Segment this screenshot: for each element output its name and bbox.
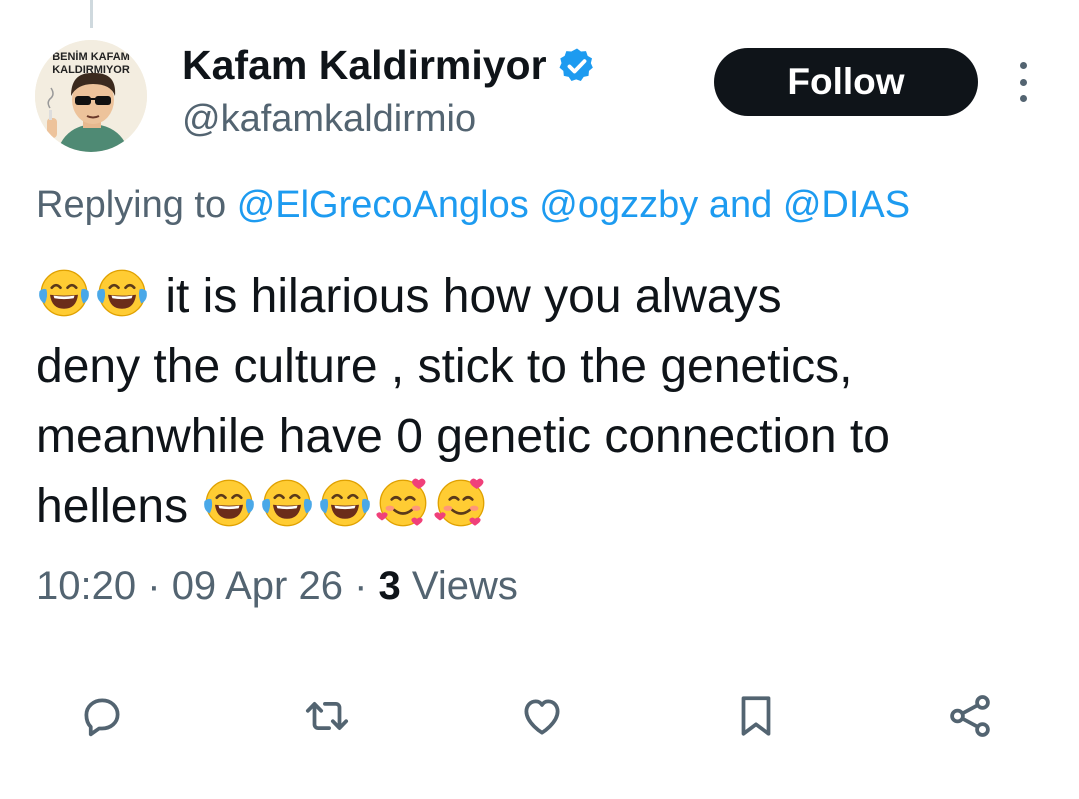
tweet-text-line1: it is hilarious how you always: [165, 270, 782, 323]
more-dot: [1019, 95, 1027, 102]
more-options-icon[interactable]: [1008, 62, 1038, 102]
tweet-line-1: it is hilarious how you always: [36, 262, 1056, 332]
tweet-date[interactable]: 09 Apr 26: [172, 564, 343, 608]
face-with-tears-of-joy-icon: [201, 475, 257, 531]
replying-to-line: Replying to @ElGrecoAnglos @ogzzby and @…: [36, 184, 910, 227]
share-icon: [950, 695, 990, 737]
like-button[interactable]: [510, 684, 574, 748]
replying-to-prefix: Replying to: [36, 184, 227, 226]
avatar[interactable]: BENİM KAFAM KALDIRMIYOR: [35, 40, 147, 152]
tweet-text-line2: deny the culture , stick to the genetics…: [36, 340, 853, 393]
tweet-text: it is hilarious how you always deny the …: [36, 262, 1056, 542]
meta-separator: ·: [147, 564, 161, 608]
views-label: Views: [411, 564, 518, 608]
face-with-tears-of-joy-icon: [317, 475, 373, 531]
tweet-detail: BENİM KAFAM KALDIRMIYOR Kafam Kaldirmiyo…: [0, 0, 1079, 799]
tweet-line-4: hellens: [36, 472, 1056, 542]
face-with-tears-of-joy-icon: [259, 475, 315, 531]
name-row: Kafam Kaldirmiyor: [182, 42, 597, 89]
avatar-illustration: BENİM KAFAM KALDIRMIYOR: [35, 40, 147, 152]
tweet-text-line4: hellens: [36, 480, 189, 533]
retweet-button[interactable]: [295, 684, 359, 748]
tweet-text-line3: meanwhile have 0 genetic connection to: [36, 410, 890, 463]
bookmark-icon: [741, 696, 771, 736]
mention-link[interactable]: @ogzzby: [539, 184, 698, 226]
more-dot: [1019, 78, 1027, 86]
tweet-meta: 10:20 · 09 Apr 26 · 3 Views: [36, 564, 518, 609]
tweet-actions-bar: [0, 684, 1079, 754]
smiling-face-with-hearts-icon: [375, 475, 431, 531]
user-handle[interactable]: @kafamkaldirmio: [182, 98, 476, 141]
tweet-time[interactable]: 10:20: [36, 564, 136, 608]
retweet-icon: [305, 702, 349, 730]
reply-icon: [84, 698, 120, 737]
face-with-tears-of-joy-icon: [94, 265, 150, 321]
smiling-face-with-hearts-icon: [433, 475, 489, 531]
display-name[interactable]: Kafam Kaldirmiyor: [182, 42, 547, 89]
more-dot: [1019, 62, 1027, 69]
like-icon: [524, 699, 560, 735]
verified-badge-icon: [559, 48, 593, 81]
follow-button[interactable]: Follow: [714, 48, 978, 116]
share-button[interactable]: [938, 684, 1002, 748]
reply-button[interactable]: [70, 684, 134, 748]
thread-connector-line: [90, 0, 93, 28]
mention-conjunction[interactable]: and: [709, 184, 772, 226]
bookmark-button[interactable]: [724, 684, 788, 748]
meta-separator: ·: [354, 564, 368, 608]
mention-link[interactable]: @DIAS: [783, 184, 910, 226]
views-count: 3: [378, 564, 401, 608]
mention-link[interactable]: @ElGrecoAnglos: [237, 184, 529, 226]
face-with-tears-of-joy-icon: [36, 265, 92, 321]
avatar-caption-line1: BENİM KAFAM: [52, 50, 130, 63]
